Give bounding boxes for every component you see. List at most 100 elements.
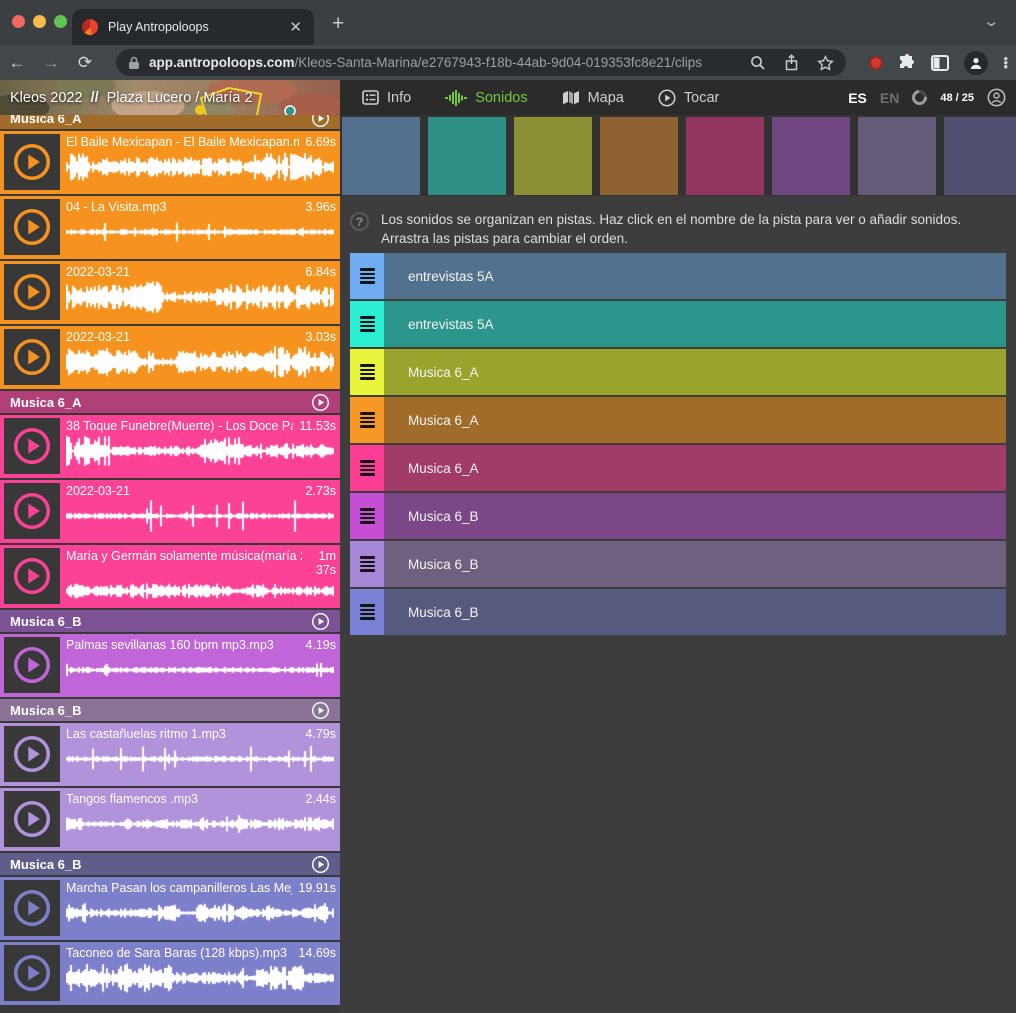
extensions-puzzle-icon[interactable]: [898, 54, 916, 72]
clip-play-button[interactable]: [4, 199, 60, 255]
clip-play-button[interactable]: [4, 134, 60, 190]
track-row[interactable]: entrevistas 5A: [350, 301, 1006, 347]
clip-play-button[interactable]: [4, 548, 60, 604]
share-icon[interactable]: [784, 54, 799, 71]
drag-handle[interactable]: [350, 541, 384, 587]
track-section-header[interactable]: Musica 6_B: [0, 610, 340, 632]
clip-item[interactable]: 2022-03-21 2.73s: [0, 480, 340, 543]
drag-handle[interactable]: [350, 445, 384, 491]
clip-item[interactable]: 38 Toque Funebre(Muerte) - Los Doce Par.…: [0, 415, 340, 478]
clip-play-button[interactable]: [4, 418, 60, 474]
clip-play-button[interactable]: [4, 329, 60, 385]
clip-play-button[interactable]: [4, 791, 60, 847]
clip-play-button[interactable]: [4, 483, 60, 539]
track-color-swatch[interactable]: [772, 117, 850, 195]
lang-es-button[interactable]: ES: [848, 90, 867, 106]
track-name[interactable]: Musica 6_A: [408, 413, 479, 428]
track-row[interactable]: Musica 6_A: [350, 445, 1006, 491]
clip-item[interactable]: 2022-03-21 6.84s: [0, 261, 340, 324]
clip-play-button[interactable]: [4, 637, 60, 693]
breadcrumb-project[interactable]: Kleos 2022: [10, 90, 83, 106]
track-name[interactable]: Musica 6_B: [408, 605, 479, 620]
side-panel-icon[interactable]: [931, 55, 949, 71]
drag-handle[interactable]: [350, 301, 384, 347]
track-color-swatch[interactable]: [686, 117, 764, 195]
back-button[interactable]: ←: [0, 53, 34, 73]
tab-tocar[interactable]: Tocar: [648, 80, 743, 115]
zoom-icon[interactable]: [750, 55, 766, 71]
address-bar[interactable]: app.antropoloops.com/Kleos-Santa-Marina/…: [116, 49, 846, 76]
minimize-window-button[interactable]: [33, 15, 46, 28]
tab-sonidos[interactable]: Sonidos: [435, 80, 551, 115]
play-all-icon[interactable]: [311, 701, 330, 720]
play-icon: [11, 271, 53, 313]
play-all-icon[interactable]: [311, 612, 330, 631]
clip-item[interactable]: Taconeo de Sara Baras (128 kbps).mp3 14.…: [0, 942, 340, 1005]
track-row[interactable]: Musica 6_A: [350, 349, 1006, 395]
clip-item[interactable]: Tangos flamencos .mp3 2.44s: [0, 788, 340, 851]
clip-item[interactable]: Las castañuelas ritmo 1.mp3 4.79s: [0, 723, 340, 786]
track-name[interactable]: Musica 6_B: [408, 509, 479, 524]
tab-info[interactable]: Info: [352, 80, 435, 115]
recording-indicator-icon[interactable]: [869, 56, 883, 70]
clip-item[interactable]: 2022-03-21 3.03s: [0, 326, 340, 389]
drag-handle[interactable]: [350, 349, 384, 395]
track-name[interactable]: entrevistas 5A: [408, 269, 494, 284]
track-section-header[interactable]: Musica 6_B: [0, 853, 340, 875]
new-tab-button[interactable]: +: [332, 12, 344, 36]
track-name[interactable]: entrevistas 5A: [408, 317, 494, 332]
bookmark-star-icon[interactable]: [817, 55, 834, 71]
section-name: Musica 6_A: [10, 395, 311, 410]
track-section-header[interactable]: Musica 6_A: [0, 115, 340, 129]
play-all-icon[interactable]: [311, 393, 330, 412]
account-icon[interactable]: [987, 88, 1006, 107]
track-section-header[interactable]: Musica 6_A: [0, 391, 340, 413]
track-color-swatch[interactable]: [944, 117, 1016, 195]
track-row[interactable]: entrevistas 5A: [350, 253, 1006, 299]
clip-item[interactable]: 04 - La Visita.mp3 3.96s: [0, 196, 340, 259]
browser-menu-icon[interactable]: •••: [1003, 57, 1008, 69]
drag-handle[interactable]: [350, 589, 384, 635]
track-name[interactable]: Musica 6_A: [408, 365, 479, 380]
play-all-icon[interactable]: [311, 115, 330, 128]
clip-play-button[interactable]: [4, 945, 60, 1001]
drag-handle[interactable]: [350, 493, 384, 539]
track-section-header[interactable]: Musica 6_B: [0, 699, 340, 721]
track-row[interactable]: Musica 6_B: [350, 589, 1006, 635]
clip-item[interactable]: María y Germán solamente música(maría 2.…: [0, 545, 340, 608]
chevron-down-icon[interactable]: ⌄: [983, 12, 1001, 30]
drag-handle[interactable]: [350, 253, 384, 299]
track-name[interactable]: Musica 6_A: [408, 461, 479, 476]
clip-item[interactable]: El Baile Mexicapan - El Baile Mexicapan.…: [0, 131, 340, 194]
info-list-icon: [362, 90, 379, 105]
track-color-swatch[interactable]: [514, 117, 592, 195]
track-color-swatch[interactable]: [342, 117, 420, 195]
profile-avatar[interactable]: [964, 51, 988, 75]
lang-en-button[interactable]: EN: [880, 90, 899, 106]
browser-tab[interactable]: Play Antropoloops ✕: [72, 9, 314, 45]
tab-close-icon[interactable]: ✕: [287, 18, 304, 36]
clip-play-button[interactable]: [4, 880, 60, 936]
forward-button[interactable]: →: [34, 53, 68, 73]
reload-button[interactable]: ⟳: [68, 53, 102, 73]
clip-play-button[interactable]: [4, 726, 60, 782]
track-color-swatch[interactable]: [600, 117, 678, 195]
drag-handle[interactable]: [350, 397, 384, 443]
track-section: Musica 6_A El Baile Mexicapan - El Baile…: [0, 115, 340, 389]
play-all-icon[interactable]: [311, 855, 330, 874]
track-color-swatch[interactable]: [858, 117, 936, 195]
clip-play-button[interactable]: [4, 264, 60, 320]
track-row[interactable]: Musica 6_B: [350, 541, 1006, 587]
window-controls[interactable]: [12, 15, 67, 28]
tab-sonidos-label: Sonidos: [475, 90, 527, 106]
maximize-window-button[interactable]: [54, 15, 67, 28]
clip-item[interactable]: Marcha Pasan los campanilleros Las Mejor…: [0, 877, 340, 940]
track-name[interactable]: Musica 6_B: [408, 557, 479, 572]
waveform: [66, 654, 334, 686]
tab-mapa[interactable]: Mapa: [552, 80, 648, 115]
track-row[interactable]: Musica 6_A: [350, 397, 1006, 443]
close-window-button[interactable]: [12, 15, 25, 28]
track-row[interactable]: Musica 6_B: [350, 493, 1006, 539]
track-color-swatch[interactable]: [428, 117, 506, 195]
clip-item[interactable]: Palmas sevillanas 160 bpm mp3.mp3 4.19s: [0, 634, 340, 697]
